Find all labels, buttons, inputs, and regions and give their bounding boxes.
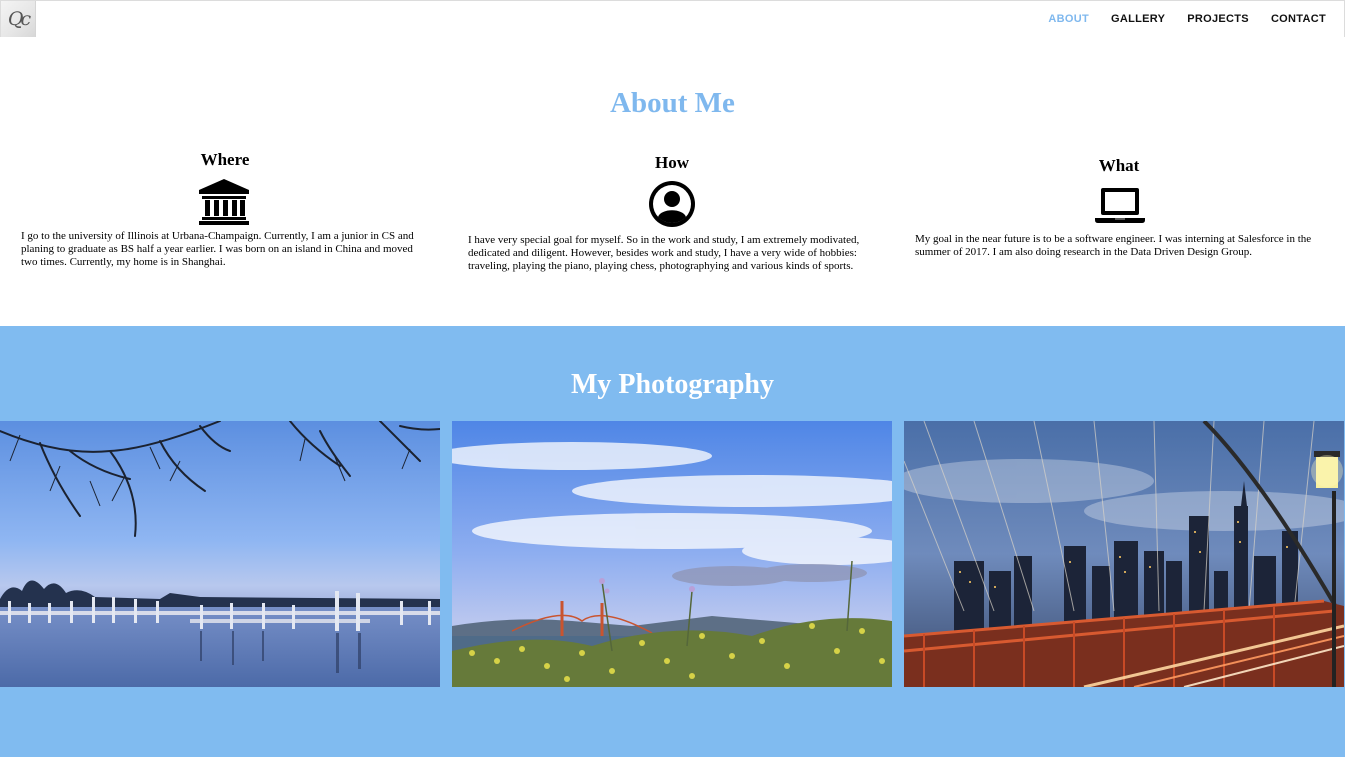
laptop-icon <box>1095 188 1145 223</box>
user-circle-icon <box>649 181 695 227</box>
lake-pier-image <box>0 421 440 687</box>
photography-section: My Photography <box>0 326 1345 757</box>
photo-lake-pier[interactable] <box>0 421 440 687</box>
about-title: About Me <box>610 87 735 119</box>
about-column-how: How I have very special goal for myself.… <box>468 153 873 273</box>
column-heading: How <box>655 153 689 172</box>
nav-contact-link[interactable]: CONTACT <box>1271 13 1326 25</box>
about-column-what: What My goal in the near future is to be… <box>915 156 1320 259</box>
golden-gate-image <box>452 421 892 687</box>
column-text: I go to the university of Illinois at Ur… <box>21 230 414 268</box>
about-section: About Me Where I go to the university of… <box>0 37 1345 326</box>
column-text: My goal in the near future is to be a so… <box>915 233 1312 258</box>
photography-title: My Photography <box>571 369 774 400</box>
nav-about-link[interactable]: ABOUT <box>1048 13 1089 25</box>
brooklyn-bridge-image <box>904 421 1344 687</box>
main-nav: ABOUT GALLERY PROJECTS CONTACT <box>1026 1 1326 37</box>
nav-projects-link[interactable]: PROJECTS <box>1187 13 1249 25</box>
photo-golden-gate[interactable] <box>452 421 892 687</box>
column-text: I have very special goal for myself. So … <box>468 234 860 272</box>
navbar: Qc ABOUT GALLERY PROJECTS CONTACT <box>0 0 1345 38</box>
about-column-where: Where I go to the university of Illinois… <box>21 150 426 269</box>
column-heading: Where <box>200 150 250 169</box>
photo-brooklyn-bridge[interactable] <box>904 421 1344 687</box>
university-icon <box>199 179 249 225</box>
nav-gallery-link[interactable]: GALLERY <box>1111 13 1165 25</box>
column-heading: What <box>1098 156 1140 175</box>
logo[interactable]: Qc <box>1 1 36 37</box>
